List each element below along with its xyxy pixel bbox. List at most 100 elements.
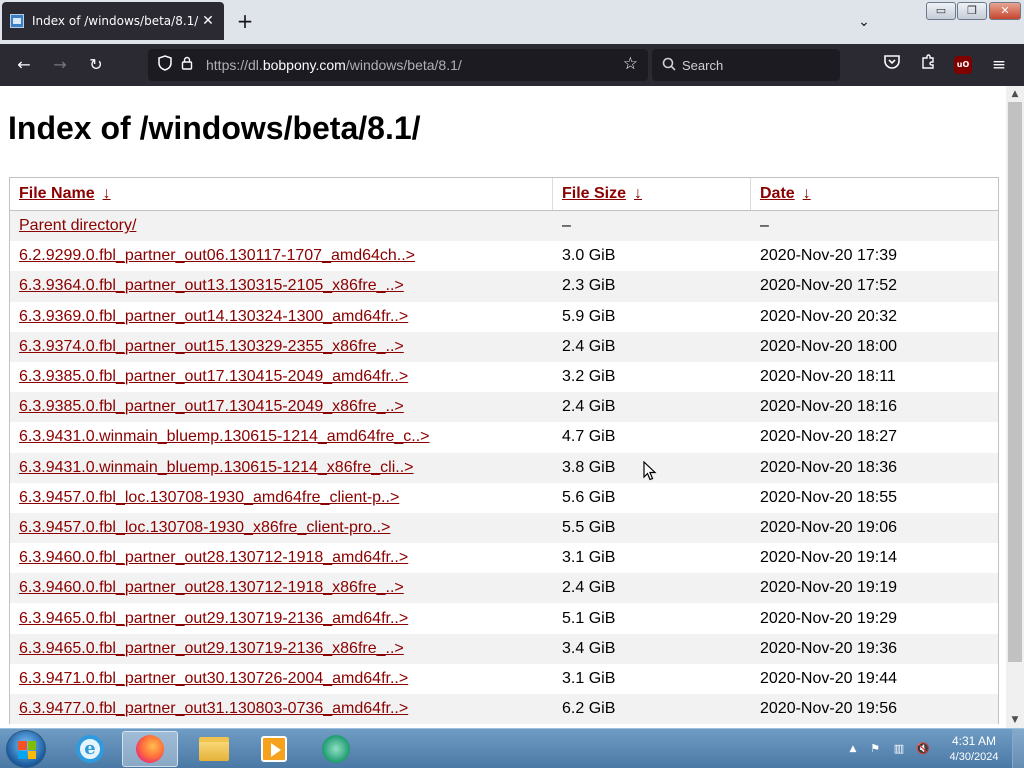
tracking-protection-shield-icon[interactable] (154, 55, 176, 75)
scroll-up-arrow-icon[interactable]: ▲ (1006, 86, 1024, 102)
table-row: 6.3.9471.0.fbl_partner_out30.130726-2004… (10, 663, 998, 694)
file-link[interactable]: 6.3.9465.0.fbl_partner_out29.130719-2136… (19, 610, 408, 627)
file-name-cell: 6.3.9457.0.fbl_loc.130708-1930_x86fre_cl… (10, 519, 553, 537)
clock[interactable]: 4:31 AM 4/30/2024 (942, 733, 1006, 765)
taskbar-app[interactable] (308, 731, 364, 767)
taskbar-media-player[interactable] (246, 731, 302, 767)
file-link[interactable]: 6.3.9457.0.fbl_loc.130708-1930_x86fre_cl… (19, 519, 390, 536)
file-link[interactable]: 6.2.9299.0.fbl_partner_out06.130117-1707… (19, 247, 415, 264)
tab-strip: Index of /windows/beta/8.1/ ✕ + ⌄ ▭ ❐ ✕ (0, 0, 1024, 44)
file-size-cell: 5.1 GiB (562, 609, 616, 627)
file-link[interactable]: 6.3.9364.0.fbl_partner_out13.130315-2105… (19, 277, 404, 294)
file-name-cell: 6.3.9477.0.fbl_partner_out31.130803-0736… (10, 700, 553, 718)
page-favicon-icon (10, 14, 24, 28)
minimize-button[interactable]: ▭ (926, 2, 956, 20)
new-tab-button[interactable]: + (232, 8, 258, 34)
file-size-cell: 3.1 GiB (562, 669, 616, 687)
sort-arrow-icon: ↓ (802, 185, 811, 202)
date-cell: 2020-Nov-20 19:06 (760, 518, 897, 536)
lock-icon[interactable] (176, 56, 198, 74)
search-input[interactable]: Search (652, 49, 840, 81)
scroll-down-arrow-icon[interactable]: ▼ (1006, 712, 1024, 728)
column-header-date[interactable]: Date ↓ (751, 178, 998, 210)
page-content: Index of /windows/beta/8.1/ File Name ↓ F… (0, 86, 1006, 728)
file-size-cell: – (562, 217, 571, 235)
list-all-tabs-button[interactable]: ⌄ (852, 10, 876, 34)
taskbar-firefox[interactable] (122, 731, 178, 767)
date-cell: 2020-Nov-20 17:52 (760, 277, 897, 295)
bookmark-star-icon[interactable]: ☆ (623, 54, 638, 74)
ublock-origin-icon[interactable]: uO (954, 56, 972, 74)
file-link[interactable]: 6.3.9431.0.winmain_bluemp.130615-1214_x8… (19, 459, 414, 476)
file-name-cell: 6.3.9471.0.fbl_partner_out30.130726-2004… (10, 670, 553, 688)
file-size-cell: 3.1 GiB (562, 549, 616, 567)
extensions-puzzle-icon[interactable] (917, 54, 939, 76)
table-row: 6.3.9374.0.fbl_partner_out15.130329-2355… (10, 331, 998, 362)
reload-button[interactable]: ↻ (84, 53, 108, 77)
file-link[interactable]: 6.3.9431.0.winmain_bluemp.130615-1214_am… (19, 428, 430, 445)
network-icon[interactable]: ▥ (892, 741, 906, 757)
close-window-button[interactable]: ✕ (989, 2, 1021, 20)
file-link[interactable]: 6.3.9477.0.fbl_partner_out31.130803-0736… (19, 700, 408, 717)
address-bar[interactable]: https://dl.bobpony.com/windows/beta/8.1/… (148, 49, 648, 81)
hamburger-menu-icon[interactable]: ≡ (988, 54, 1010, 76)
file-size-cell: 5.9 GiB (562, 307, 616, 325)
file-name-cell: 6.3.9465.0.fbl_partner_out29.130719-2136… (10, 610, 553, 628)
system-tray: ▲ ⚑ ▥ 🔇 4:31 AM 4/30/2024 (842, 729, 1024, 768)
date-cell: 2020-Nov-20 19:29 (760, 609, 897, 627)
table-body: Parent directory/ – – 6.2.9299.0.fbl_partne… (10, 211, 998, 725)
url-path: /windows/beta/8.1/ (345, 57, 462, 73)
firefox-icon (136, 735, 164, 763)
file-name-cell: 6.3.9369.0.fbl_partner_out14.130324-1300… (10, 308, 553, 326)
start-button[interactable] (6, 730, 46, 768)
file-name-cell: 6.3.9465.0.fbl_partner_out29.130719-2136… (10, 640, 553, 658)
search-icon (662, 57, 676, 74)
date-cell: – (760, 217, 769, 235)
forward-button[interactable]: → (48, 53, 72, 77)
taskbar-file-explorer[interactable] (186, 731, 242, 767)
windows-logo-icon (18, 741, 36, 759)
file-size-cell: 5.6 GiB (562, 488, 616, 506)
pocket-icon[interactable] (881, 54, 903, 76)
file-name-cell: 6.2.9299.0.fbl_partner_out06.130117-1707… (10, 247, 553, 265)
file-link[interactable]: 6.3.9385.0.fbl_partner_out17.130415-2049… (19, 368, 408, 385)
file-link[interactable]: 6.3.9465.0.fbl_partner_out29.130719-2136… (19, 640, 404, 657)
taskbar-internet-explorer[interactable]: e (62, 731, 118, 767)
file-link[interactable]: 6.3.9385.0.fbl_partner_out17.130415-2049… (19, 398, 404, 415)
show-hidden-icons-chevron-icon[interactable]: ▲ (846, 741, 860, 757)
show-desktop-button[interactable] (1012, 729, 1024, 768)
restore-button[interactable]: ❐ (957, 2, 987, 20)
table-row: 6.3.9460.0.fbl_partner_out28.130712-1918… (10, 543, 998, 574)
back-button[interactable]: ← (12, 53, 36, 77)
sort-arrow-icon: ↓ (634, 185, 643, 202)
column-header-file-name[interactable]: File Name ↓ (10, 178, 553, 210)
volume-muted-icon[interactable]: 🔇 (916, 741, 930, 757)
table-row: 6.3.9431.0.winmain_bluemp.130615-1214_am… (10, 422, 998, 453)
action-center-flag-icon[interactable]: ⚑ (868, 741, 882, 757)
folder-icon (199, 737, 229, 761)
file-link[interactable]: 6.3.9471.0.fbl_partner_out30.130726-2004… (19, 670, 408, 687)
date-cell: 2020-Nov-20 18:00 (760, 337, 897, 355)
table-row: 6.3.9385.0.fbl_partner_out17.130415-2049… (10, 392, 998, 423)
file-name-cell: Parent directory/ (10, 217, 553, 235)
page-title: Index of /windows/beta/8.1/ (8, 110, 421, 146)
file-name-cell: 6.3.9385.0.fbl_partner_out17.130415-2049… (10, 368, 553, 386)
mouse-cursor-icon (643, 461, 657, 481)
date-cell: 2020-Nov-20 17:39 (760, 247, 897, 265)
vertical-scrollbar[interactable]: ▲ ▼ (1006, 86, 1024, 728)
file-link[interactable]: 6.3.9369.0.fbl_partner_out14.130324-1300… (19, 308, 408, 325)
file-listing-table: File Name ↓ File Size ↓ Date ↓ Parent direc… (9, 177, 999, 725)
taskbar: e ▲ ⚑ ▥ 🔇 4:31 AM 4/30/2024 (0, 728, 1024, 768)
file-link[interactable]: 6.3.9457.0.fbl_loc.130708-1930_amd64fre_… (19, 489, 399, 506)
file-link[interactable]: 6.3.9374.0.fbl_partner_out15.130329-2355… (19, 338, 404, 355)
parent-directory-link[interactable]: Parent directory/ (19, 217, 136, 234)
scroll-thumb[interactable] (1008, 102, 1022, 662)
column-header-file-size[interactable]: File Size ↓ (553, 178, 751, 210)
url-text[interactable]: https://dl.bobpony.com/windows/beta/8.1/ (206, 57, 462, 73)
close-tab-icon[interactable]: ✕ (198, 13, 218, 29)
browser-tab[interactable]: Index of /windows/beta/8.1/ ✕ (2, 2, 224, 40)
file-size-cell: 2.4 GiB (562, 337, 616, 355)
file-link[interactable]: 6.3.9460.0.fbl_partner_out28.130712-1918… (19, 579, 404, 596)
file-link[interactable]: 6.3.9460.0.fbl_partner_out28.130712-1918… (19, 549, 408, 566)
date-cell: 2020-Nov-20 18:16 (760, 398, 897, 416)
